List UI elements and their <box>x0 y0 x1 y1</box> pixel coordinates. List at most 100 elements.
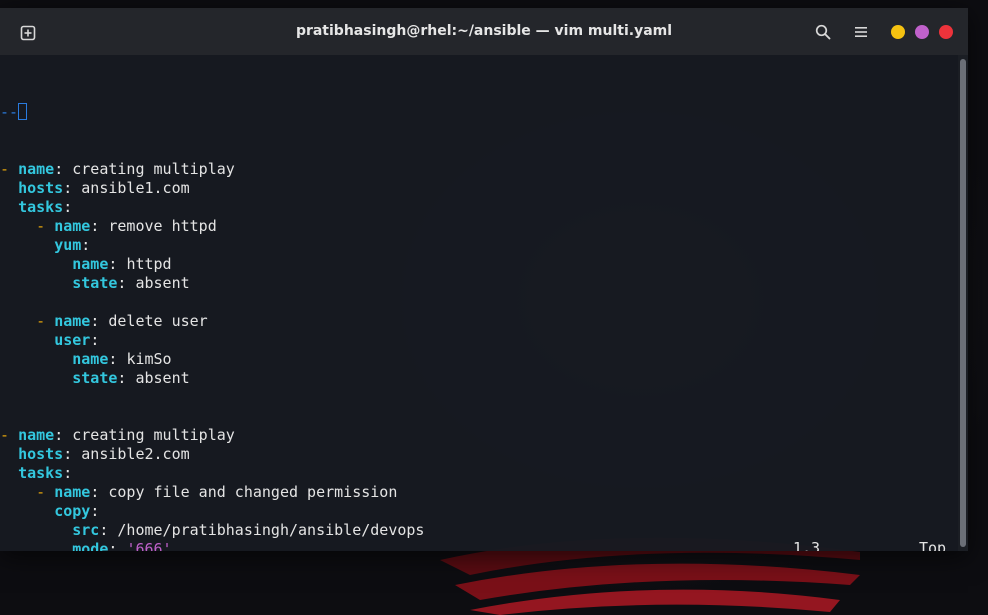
yaml-value: httpd <box>126 255 172 273</box>
yaml-separator: : <box>99 521 118 539</box>
yaml-key: name <box>18 160 55 178</box>
yaml-key: tasks <box>18 464 64 482</box>
menu-button[interactable] <box>851 22 871 42</box>
yaml-key: state <box>72 369 118 387</box>
code-line: user: <box>0 331 424 350</box>
yaml-value: absent <box>135 369 190 387</box>
yaml-list-dash: - <box>36 217 55 235</box>
yaml-list-dash: - <box>36 483 55 501</box>
code-line: src: /home/pratibhasingh/ansible/devops <box>0 521 424 540</box>
vim-statusline: 1,3 Top <box>0 539 958 551</box>
yaml-key: name <box>18 426 55 444</box>
window-title: pratibhasingh@rhel:~/ansible — vim multi… <box>295 23 673 39</box>
yaml-value: copy file and changed permission <box>108 483 398 501</box>
yaml-value: ansible1.com <box>81 179 190 197</box>
hamburger-menu-icon <box>855 27 867 37</box>
yaml-value: delete user <box>108 312 208 330</box>
yaml-key: state <box>72 274 118 292</box>
yaml-key: src <box>72 521 100 539</box>
first-line-marker: -- <box>0 103 19 121</box>
yaml-separator: : <box>63 179 82 197</box>
yaml-value: ansible2.com <box>81 445 190 463</box>
close-button[interactable] <box>939 25 953 39</box>
code-lines: - name: creating multiplay hosts: ansibl… <box>0 160 424 551</box>
yaml-separator: : <box>108 255 127 273</box>
maximize-button[interactable] <box>915 25 929 39</box>
titlebar: pratibhasingh@rhel:~/ansible — vim multi… <box>0 8 968 55</box>
desktop-background: pratibhasingh@rhel:~/ansible — vim multi… <box>0 0 988 615</box>
yaml-separator: : <box>90 483 109 501</box>
code-area[interactable]: -- - name: creating multiplay hosts: ans… <box>0 65 424 551</box>
code-line: name: httpd <box>0 255 424 274</box>
yaml-value: /home/pratibhasingh/ansible/devops <box>117 521 425 539</box>
code-line: hosts: ansible2.com <box>0 445 424 464</box>
code-line: tasks: <box>0 464 424 483</box>
yaml-separator: : <box>54 160 73 178</box>
yaml-key: hosts <box>18 179 64 197</box>
minimize-button[interactable] <box>891 25 905 39</box>
vim-editor[interactable]: -- - name: creating multiplay hosts: ans… <box>0 55 958 551</box>
yaml-key: tasks <box>18 198 64 216</box>
yaml-separator: : <box>54 426 73 444</box>
yaml-key: copy <box>54 502 91 520</box>
yaml-value: remove httpd <box>108 217 217 235</box>
yaml-key: user <box>54 331 91 349</box>
yaml-value: creating multiplay <box>72 160 235 178</box>
code-line: tasks: <box>0 198 424 217</box>
text-cursor <box>18 103 28 120</box>
yaml-key: name <box>72 350 109 368</box>
yaml-value: kimSo <box>126 350 172 368</box>
yaml-value: creating multiplay <box>72 426 235 444</box>
yaml-value: absent <box>135 274 190 292</box>
yaml-list-dash: - <box>0 160 19 178</box>
yaml-list-dash: - <box>36 312 55 330</box>
code-line: - name: remove httpd <box>0 217 424 236</box>
yaml-separator: : <box>117 274 136 292</box>
yaml-separator: : <box>63 445 82 463</box>
yaml-key: yum <box>54 236 82 254</box>
code-line: - name: copy file and changed permission <box>0 483 424 502</box>
yaml-separator: : <box>90 217 109 235</box>
yaml-key: name <box>54 217 91 235</box>
yaml-separator: : <box>90 312 109 330</box>
yaml-separator: : <box>63 198 73 216</box>
yaml-separator: : <box>117 369 136 387</box>
first-line: -- <box>0 103 424 122</box>
yaml-separator: : <box>108 350 127 368</box>
cursor-position: 1,3 <box>793 539 821 551</box>
yaml-separator: : <box>90 502 100 520</box>
yaml-separator: : <box>63 464 73 482</box>
code-line: yum: <box>0 236 424 255</box>
new-tab-button[interactable] <box>17 22 39 44</box>
search-icon <box>815 24 831 40</box>
yaml-separator: : <box>90 331 100 349</box>
yaml-key: name <box>72 255 109 273</box>
yaml-separator: : <box>81 236 91 254</box>
search-button[interactable] <box>813 22 833 42</box>
code-line: hosts: ansible1.com <box>0 179 424 198</box>
yaml-key: name <box>54 483 91 501</box>
code-line: - name: delete user <box>0 312 424 331</box>
yaml-list-dash: - <box>0 426 19 444</box>
scrollbar[interactable] <box>958 55 968 551</box>
scroll-position: Top <box>919 539 947 551</box>
code-line: state: absent <box>0 369 424 388</box>
code-line: - name: creating multiplay <box>0 160 424 179</box>
scrollbar-thumb[interactable] <box>960 59 966 547</box>
